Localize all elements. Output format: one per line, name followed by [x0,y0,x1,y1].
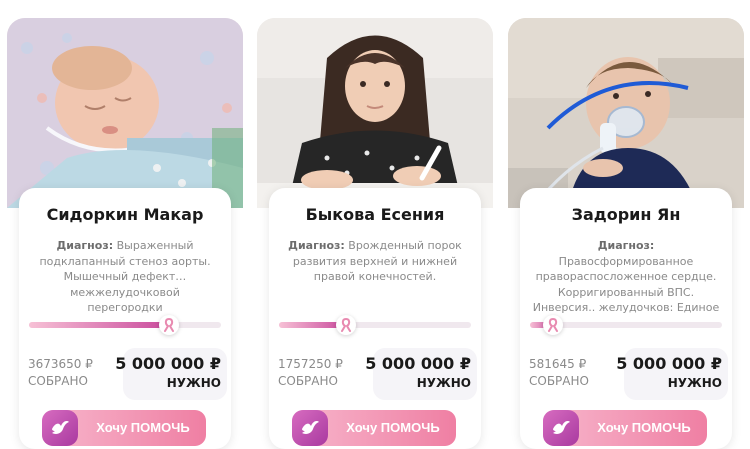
collected-block: 1757250 ₽ СОБРАНО [278,356,343,390]
help-button[interactable]: Хочу ПОМОЧЬ [543,410,707,446]
collected-amount: 581645 ₽ [529,357,587,371]
collected-amount: 1757250 ₽ [278,357,343,371]
need-block: 5 000 000 ₽ НУЖНО [616,348,728,400]
need-block: 5 000 000 ₽ НУЖНО [365,348,477,400]
dove-icon [42,410,78,446]
child-card: Задорин Ян Диагноз: Правосформированное … [508,18,744,449]
photo-baby-sleeping [7,18,243,208]
child-name[interactable]: Сидоркин Макар [19,205,231,224]
progress-knob [543,315,564,335]
child-card: Сидоркин Макар Диагноз: Выраженный подкл… [7,18,243,449]
need-amount: 5 000 000 ₽ [616,354,722,373]
awareness-ribbon-icon [341,318,352,332]
child-photo[interactable] [508,18,744,208]
collected-amount: 3673650 ₽ [28,357,93,371]
card-panel: Задорин Ян Диагноз: Правосформированное … [520,188,732,449]
photo-boy-nebulizer [508,18,744,208]
need-label: НУЖНО [166,376,221,390]
need-amount: 5 000 000 ₽ [365,354,471,373]
child-photo[interactable] [257,18,493,208]
photo-girl-at-table [257,18,493,208]
collected-block: 3673650 ₽ СОБРАНО [28,356,93,390]
child-photo[interactable] [7,18,243,208]
collected-label: СОБРАНО [28,374,88,388]
progress-bar [279,315,471,335]
diagnosis: Диагноз: Врожденный порок развития верхн… [281,238,469,285]
progress-knob [336,315,357,335]
child-name[interactable]: Задорин Ян [520,205,732,224]
child-card: Быкова Есения Диагноз: Врожденный порок … [257,18,493,449]
progress-knob [159,315,180,335]
diagnosis-label: Диагноз: [56,239,114,252]
diagnosis-label: Диагноз: [288,239,345,252]
help-button-label: Хочу ПОМОЧЬ [346,420,440,435]
progress-bar [530,315,722,335]
collected-block: 581645 ₽ СОБРАНО [529,356,589,390]
diagnosis-label: Диагноз: [597,239,655,252]
need-label: НУЖНО [667,376,722,390]
dove-icon [292,410,328,446]
need-amount: 5 000 000 ₽ [115,354,221,373]
progress-fill [29,322,170,328]
collected-label: СОБРАНО [278,374,338,388]
card-panel: Быкова Есения Диагноз: Врожденный порок … [269,188,481,449]
diagnosis: Диагноз: Правосформированное правораспос… [532,238,720,316]
help-button-label: Хочу ПОМОЧЬ [96,420,190,435]
card-panel: Сидоркин Макар Диагноз: Выраженный подкл… [19,188,231,449]
need-block: 5 000 000 ₽ НУЖНО [115,348,227,400]
diagnosis: Диагноз: Выраженный подклапанный стеноз … [31,238,219,316]
progress-bar [29,315,221,335]
diagnosis-text: Правосформированное правораспосложенное … [532,254,720,315]
help-button[interactable]: Хочу ПОМОЧЬ [42,410,206,446]
help-button[interactable]: Хочу ПОМОЧЬ [292,410,456,446]
dove-icon [543,410,579,446]
help-button-label: Хочу ПОМОЧЬ [597,420,691,435]
collected-label: СОБРАНО [529,374,589,388]
awareness-ribbon-icon [548,318,559,332]
need-label: НУЖНО [416,376,471,390]
awareness-ribbon-icon [164,318,175,332]
child-name[interactable]: Быкова Есения [269,205,481,224]
